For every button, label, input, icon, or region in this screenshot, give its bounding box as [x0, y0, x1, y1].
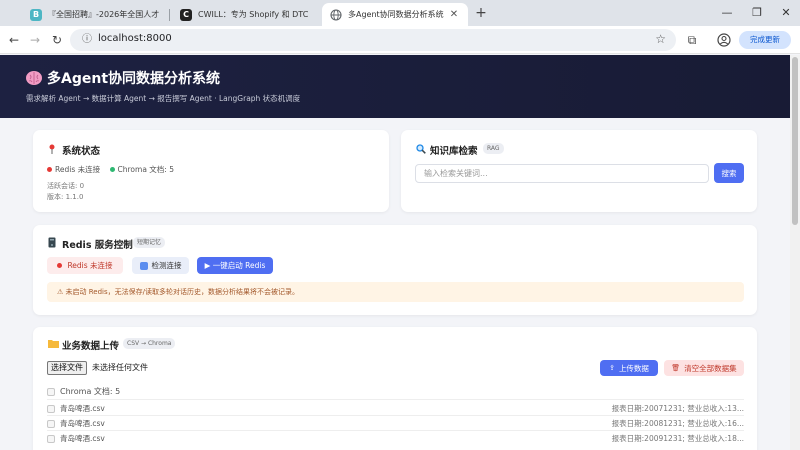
- brain-icon: [26, 71, 42, 85]
- globe-icon: [330, 8, 342, 21]
- row-checkbox[interactable]: [47, 435, 55, 443]
- chroma-docs-count: Chroma 文档: 5: [60, 387, 121, 396]
- close-tab-icon[interactable]: ✕: [448, 9, 460, 20]
- search-button[interactable]: 搜索: [714, 163, 744, 183]
- csv-chroma-tag: CSV → Chroma: [123, 338, 176, 349]
- bookmark-star-icon[interactable]: ☆: [655, 32, 666, 46]
- redis-status-pill: Redis 未连接: [47, 257, 123, 274]
- update-button[interactable]: 完成更新: [739, 31, 791, 49]
- maximize-icon[interactable]: ❐: [750, 6, 764, 19]
- page-title: 多Agent协同数据分析系统: [47, 71, 221, 87]
- redis-control-title: Redis 服务控制: [62, 240, 133, 251]
- list-item[interactable]: 青岛啤酒.csv 报表日期:20081231; 营业总收入:16...: [47, 417, 744, 431]
- check-connection-label: 检测连接: [151, 261, 182, 270]
- browser-tab[interactable]: C CWILL：专为 Shopify 和 DTC: [172, 3, 318, 26]
- new-tab-button[interactable]: +: [472, 5, 490, 23]
- browser-tab-active[interactable]: 多Agent协同数据分析系统 ✕: [322, 3, 468, 26]
- search-input[interactable]: 输入检索关键词...: [415, 164, 709, 183]
- status-dot-icon: [57, 263, 63, 268]
- check-connection-button[interactable]: 检测连接: [132, 257, 189, 274]
- url-text[interactable]: localhost:8000: [98, 33, 172, 44]
- tab-title: 多Agent协同数据分析系统: [348, 10, 444, 19]
- file-meta: 报表日期:20071231; 营业总收入:13...: [611, 404, 744, 413]
- redis-status-indicator: Redis 未连接: [47, 165, 100, 174]
- reload-icon[interactable]: ↻: [49, 32, 65, 48]
- redis-status-text: Redis 未连接: [55, 165, 101, 174]
- knowledge-base-card: 知识库检索 RAG 输入检索关键词... 搜索: [401, 130, 757, 212]
- profile-icon[interactable]: [716, 32, 732, 48]
- forward-icon[interactable]: →: [27, 32, 43, 48]
- system-status-title: 系统状态: [62, 146, 101, 157]
- version-text: 版本: 1.1.0: [47, 193, 84, 201]
- page-scrollbar[interactable]: [790, 55, 800, 450]
- status-dot-icon: [109, 166, 115, 172]
- chroma-docs-header: Chroma 文档: 5: [47, 385, 744, 400]
- clear-datasets-button[interactable]: 🗑 清空全部数据集: [664, 360, 744, 376]
- row-checkbox[interactable]: [47, 405, 55, 413]
- row-checkbox[interactable]: [47, 420, 55, 428]
- select-all-checkbox[interactable]: [47, 388, 55, 396]
- rag-tag: RAG: [483, 143, 504, 154]
- file-name: 青岛啤酒.csv: [60, 404, 105, 413]
- address-bar[interactable]: ⓘ localhost:8000 ☆: [70, 29, 676, 51]
- browser-tab[interactable]: B 『全国招聘』-2026年全国人才: [22, 3, 168, 26]
- system-status-card: 系统状态 Redis 未连接 Chroma 文档: 5 活跃会话: 0 版本: …: [33, 130, 389, 212]
- file-name: 青岛啤酒.csv: [60, 434, 105, 443]
- server-icon: [48, 237, 56, 248]
- redis-warning: ⚠ 未启动 Redis，无法保存/读取多轮对话历史，数据分析结果将不会被记录。: [47, 282, 744, 302]
- trash-icon: 🗑: [671, 364, 681, 372]
- upload-title: 业务数据上传: [62, 341, 120, 352]
- knowledge-base-title: 知识库检索: [430, 146, 478, 157]
- site-info-icon[interactable]: ⓘ: [80, 33, 94, 47]
- refresh-icon: [139, 261, 148, 270]
- tab-favicon-icon: C: [180, 8, 192, 21]
- tab-favicon-icon: B: [30, 8, 42, 21]
- file-meta: 报表日期:20091231; 营业总收入:18...: [611, 434, 744, 443]
- tab-title: 『全国招聘』-2026年全国人才: [48, 10, 160, 19]
- tab-separator: [169, 9, 170, 21]
- file-meta: 报表日期:20081231; 营业总收入:16...: [611, 419, 744, 428]
- choose-file-button[interactable]: 选择文件: [47, 361, 87, 375]
- pin-icon: [49, 144, 55, 154]
- chroma-status-text: Chroma 文档: 5: [117, 165, 174, 174]
- folder-icon: [48, 340, 59, 348]
- list-item[interactable]: 青岛啤酒.csv 报表日期:20071231; 营业总收入:13...: [47, 402, 744, 416]
- start-redis-button[interactable]: ▶ 一键启动 Redis: [197, 257, 273, 274]
- page-header: 多Agent协同数据分析系统 需求解析 Agent → 数据计算 Agent →…: [0, 55, 790, 118]
- back-icon[interactable]: ←: [6, 32, 22, 48]
- search-icon: [416, 144, 426, 154]
- browser-toolbar: ← → ↻ ⓘ localhost:8000 ☆ ⧉ 完成更新: [0, 26, 800, 54]
- upload-icon: ⇪: [609, 364, 615, 372]
- minimize-icon[interactable]: —: [720, 6, 734, 19]
- chroma-status-indicator: Chroma 文档: 5: [109, 165, 174, 174]
- page-subtitle: 需求解析 Agent → 数据计算 Agent → 报告撰写 Agent · L…: [26, 94, 301, 103]
- close-window-icon[interactable]: ✕: [779, 6, 793, 19]
- upload-data-button[interactable]: ⇪ 上传数据: [600, 360, 658, 376]
- scrollbar-thumb[interactable]: [792, 57, 798, 225]
- redis-status-pill-text: Redis 未连接: [67, 261, 113, 270]
- active-sessions: 活跃会话: 0: [47, 182, 85, 190]
- short-term-memory-tag: 短期记忆: [133, 237, 166, 248]
- browser-tab-strip: B 『全国招聘』-2026年全国人才 C CWILL：专为 Shopify 和 …: [0, 0, 800, 26]
- extensions-icon[interactable]: ⧉: [684, 32, 700, 48]
- upload-data-label: 上传数据: [618, 363, 649, 373]
- tab-title: CWILL：专为 Shopify 和 DTC: [198, 10, 309, 19]
- list-item[interactable]: 青岛啤酒.csv 报表日期:20091231; 营业总收入:18...: [47, 432, 744, 446]
- file-name: 青岛啤酒.csv: [60, 419, 105, 428]
- clear-datasets-label: 清空全部数据集: [684, 363, 737, 373]
- no-file-text: 未选择任何文件: [92, 363, 148, 372]
- status-dot-icon: [47, 166, 52, 172]
